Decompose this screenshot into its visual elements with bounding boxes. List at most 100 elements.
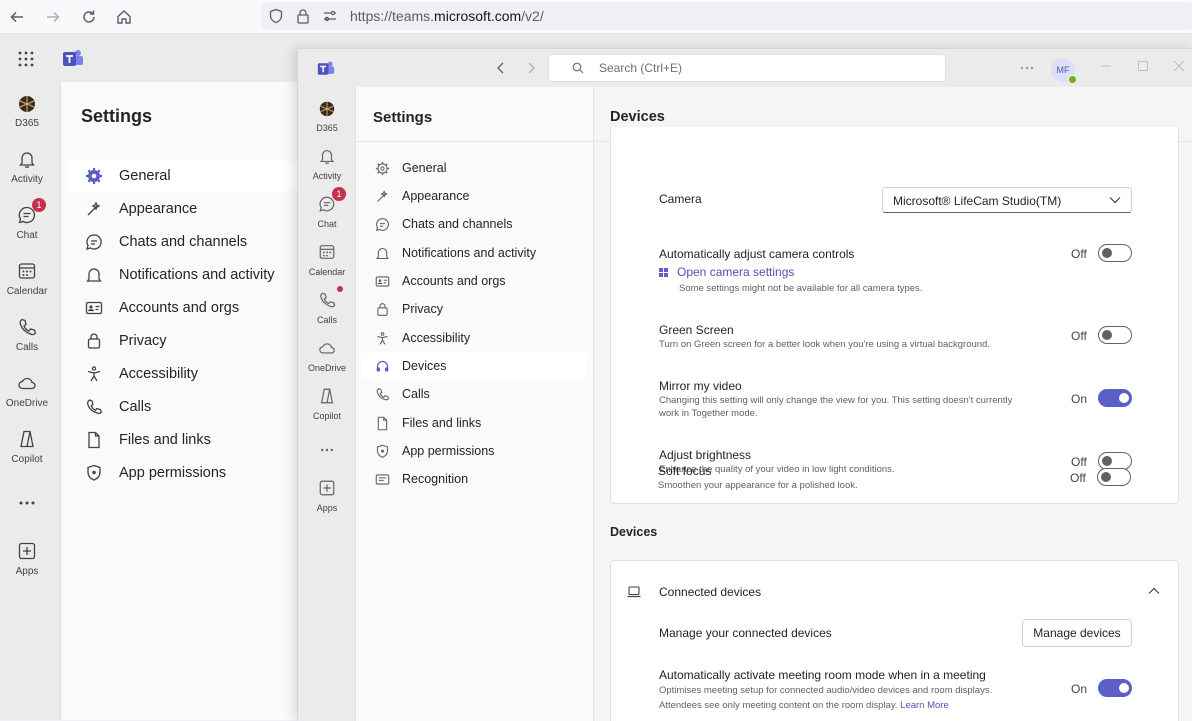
nav-notifications[interactable]: Notifications and activity [361, 240, 587, 266]
bg-nav-chats[interactable]: Chats and channels [68, 227, 308, 257]
magic-wand-icon [374, 189, 390, 204]
nav-general[interactable]: General [361, 155, 587, 181]
nav-chats[interactable]: Chats and channels [361, 211, 587, 237]
bg-nav-general[interactable]: General [68, 161, 308, 191]
rail-label: D365 [15, 118, 39, 129]
bg-nav-label: Accessibility [119, 366, 198, 382]
manage-devices-button[interactable]: Manage devices [1022, 619, 1132, 647]
back-chevron-icon[interactable] [496, 61, 506, 75]
phone-icon [316, 286, 343, 311]
nav-files[interactable]: Files and links [361, 410, 587, 436]
camera-select[interactable]: Microsoft® LifeCam Studio(TM) [882, 187, 1132, 213]
lock-icon [374, 302, 390, 317]
magic-wand-icon [83, 200, 105, 218]
search-input[interactable] [599, 61, 919, 75]
chat-icon [83, 233, 105, 251]
d365-icon [316, 97, 338, 119]
bg-nav-accounts[interactable]: Accounts and orgs [68, 293, 308, 323]
rail-calendar[interactable]: Calendar [298, 241, 356, 277]
bg-nav-app-permissions[interactable]: App permissions [68, 458, 308, 488]
rail-label: Apps [15, 566, 39, 577]
page-title: Devices [610, 109, 665, 125]
permissions-icon[interactable] [322, 8, 338, 24]
forward-chevron-icon[interactable] [526, 61, 536, 75]
laptop-icon [627, 586, 641, 598]
rail-chat[interactable]: 1 Chat [0, 198, 54, 241]
rail-activity[interactable]: Activity [0, 148, 54, 185]
mirror-sub-2: work in Together mode. [659, 408, 758, 419]
bg-nav-notifications[interactable]: Notifications and activity [68, 260, 308, 290]
rail-label: Activity [11, 174, 43, 185]
soft-focus-toggle[interactable] [1097, 468, 1131, 486]
learn-more-link[interactable]: Learn More [900, 700, 949, 711]
app-launcher-icon[interactable] [17, 50, 35, 68]
rail-onedrive[interactable]: OneDrive [298, 337, 356, 373]
devices-heading: Devices [610, 525, 658, 539]
url-text: https://teams.microsoft.com/v2/ [350, 8, 544, 24]
rail-more[interactable] [298, 439, 356, 465]
lock-icon[interactable] [295, 8, 311, 24]
green-screen-sub: Turn on Green screen for a better look w… [659, 339, 990, 350]
rail-more[interactable] [0, 492, 54, 518]
open-camera-settings-link[interactable]: Open camera settings [659, 265, 794, 279]
calls-notification-dot [337, 286, 343, 292]
rail-d365[interactable]: D365 [298, 97, 356, 133]
room-mode-toggle[interactable] [1098, 679, 1132, 697]
mirror-toggle[interactable] [1098, 389, 1132, 407]
nav-app-permissions[interactable]: App permissions [361, 438, 587, 464]
nav-calls[interactable]: Calls [361, 381, 587, 407]
url-bar[interactable]: https://teams.microsoft.com/v2/ [262, 2, 1192, 30]
green-screen-toggle[interactable] [1098, 326, 1132, 344]
search-box[interactable] [548, 54, 946, 82]
lock-icon [83, 332, 105, 350]
more-options-icon[interactable] [1020, 66, 1034, 70]
rail-apps[interactable]: Apps [0, 540, 54, 577]
home-icon[interactable] [112, 5, 136, 29]
nav-label: App permissions [402, 444, 495, 458]
rail-copilot[interactable]: Copilot [0, 428, 54, 465]
shield-icon [374, 444, 390, 459]
rail-label: Calendar [308, 267, 346, 277]
bg-settings-title: Settings [81, 106, 153, 126]
chat-icon [374, 217, 390, 232]
rail-chat[interactable]: 1 Chat [298, 187, 356, 229]
file-icon [374, 416, 390, 431]
bg-nav-appearance[interactable]: Appearance [68, 194, 308, 224]
nav-accounts[interactable]: Accounts and orgs [361, 268, 587, 294]
rail-calendar[interactable]: Calendar [0, 260, 54, 297]
forward-arrow-icon[interactable] [41, 5, 65, 29]
maximize-icon[interactable] [1138, 61, 1148, 71]
nav-accessibility[interactable]: Accessibility [361, 325, 587, 351]
bg-nav-files[interactable]: Files and links [68, 425, 308, 455]
rail-copilot[interactable]: Copilot [298, 385, 356, 421]
bg-nav-privacy[interactable]: Privacy [68, 326, 308, 356]
bg-nav-calls[interactable]: Calls [68, 392, 308, 422]
bell-icon [16, 148, 38, 170]
rail-calls[interactable]: Calls [0, 316, 54, 353]
divider [356, 141, 594, 142]
rail-d365[interactable]: D365 [0, 92, 54, 129]
nav-recognition[interactable]: Recognition [361, 466, 587, 492]
teams-logo-icon [317, 60, 335, 78]
nav-appearance[interactable]: Appearance [361, 183, 587, 209]
back-arrow-icon[interactable] [5, 5, 29, 29]
minimize-icon[interactable] [1101, 61, 1111, 71]
rail-apps[interactable]: Apps [298, 477, 356, 513]
avatar[interactable]: MF [1051, 58, 1077, 84]
chat-icon: 1 [316, 187, 346, 215]
chevron-up-icon[interactable] [1148, 587, 1160, 595]
soft-focus-sub: Smoothen your appearance for a polished … [658, 480, 858, 491]
rail-calls[interactable]: Calls [298, 286, 356, 325]
rail-activity[interactable]: Activity [298, 145, 356, 181]
reload-icon[interactable] [77, 5, 101, 29]
bg-nav-accessibility[interactable]: Accessibility [68, 359, 308, 389]
bg-nav-label: Privacy [119, 333, 167, 349]
nav-privacy[interactable]: Privacy [361, 296, 587, 322]
close-icon[interactable] [1174, 61, 1184, 71]
nav-label: Notifications and activity [402, 246, 537, 260]
nav-devices[interactable]: Devices [361, 353, 587, 379]
rail-onedrive[interactable]: OneDrive [0, 372, 54, 409]
auto-adjust-toggle[interactable] [1098, 244, 1132, 262]
add-app-icon [16, 540, 38, 562]
shield-icon[interactable] [268, 8, 284, 24]
